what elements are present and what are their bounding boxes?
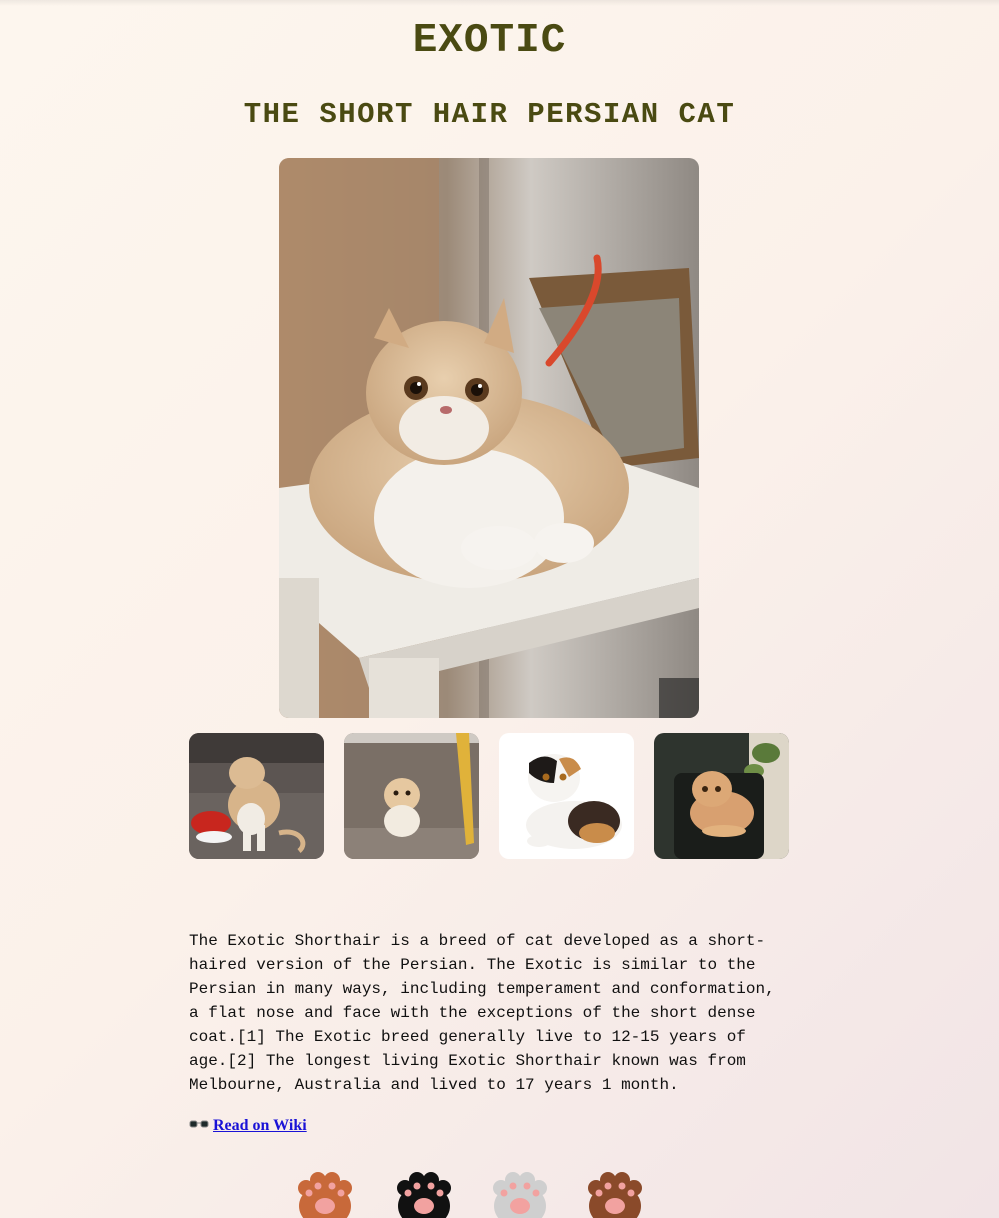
paw-icon: [588, 1172, 642, 1218]
thumbnail-3[interactable]: [499, 733, 634, 859]
breed-description: The Exotic Shorthair is a breed of cat d…: [189, 932, 775, 1094]
thumbnail-1[interactable]: [189, 733, 324, 859]
paw-icon: [298, 1172, 352, 1218]
top-shadow: [0, 0, 999, 6]
glasses-icon: [189, 1117, 209, 1135]
page-title: EXOTIC: [412, 18, 567, 64]
read-on-wiki-link[interactable]: Read on Wiki: [189, 1117, 307, 1135]
page-subtitle: THE SHORT HAIR PERSIAN CAT: [243, 98, 736, 131]
paw-icon: [397, 1172, 451, 1218]
hero-image: [279, 158, 699, 718]
paw-decorations: [290, 1166, 670, 1218]
thumbnail-2[interactable]: [344, 733, 479, 859]
read-on-wiki-label: Read on Wiki: [213, 1117, 307, 1134]
thumbnail-4[interactable]: [654, 733, 789, 859]
paw-icon: [493, 1172, 547, 1218]
hero-cat-picture: [279, 158, 699, 718]
